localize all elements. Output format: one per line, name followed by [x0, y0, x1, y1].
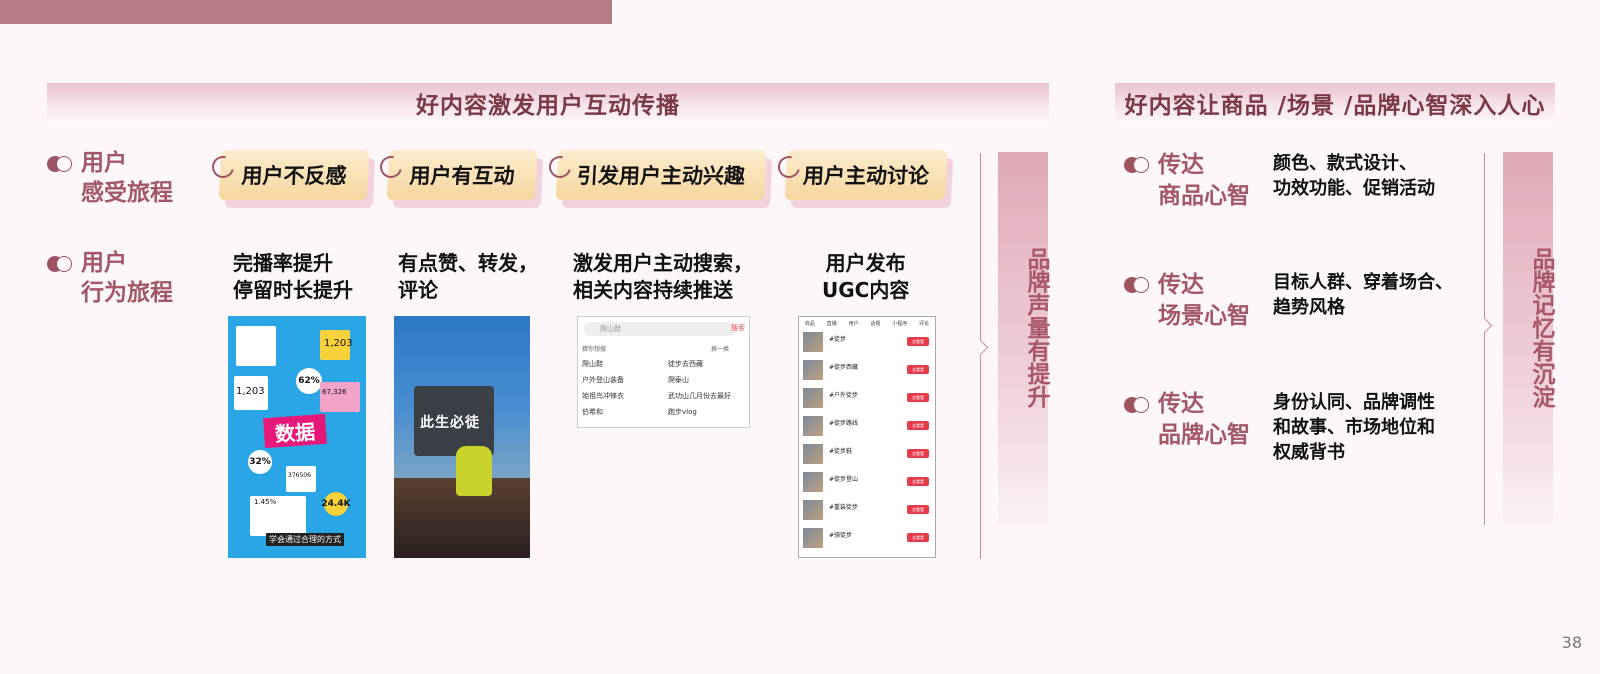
tag-label: 用户不反感 — [218, 150, 370, 200]
tag-card: 用户有互动 — [375, 150, 544, 208]
stat-number: 1,203 — [236, 386, 265, 397]
list-item: #徒步登山 去看看 — [803, 471, 931, 493]
search-screenshot: ‹ 爬山鞋 搜索 猜你想搜 换一换 爬山鞋 徒步去西藏 户外登山装备 爬泰山 始… — [577, 316, 750, 428]
search-suggestion: 伯希和 — [582, 408, 603, 416]
search-button: 搜索 — [731, 324, 745, 332]
list-item: #徒步路线 去看看 — [803, 415, 931, 437]
row-label-feeling: 用户 感受旅程 — [81, 150, 173, 206]
behavior-text: 完播率提升 停留时长提升 — [233, 251, 353, 302]
stat-number: 1.45% — [254, 498, 277, 506]
stat-number: 67,326 — [322, 388, 347, 396]
data-collage-image: 1,203 1,203 62% 67,326 数据 32% 376506 1.4… — [228, 316, 366, 558]
search-suggestion: 跑步vlog — [668, 408, 697, 416]
stat-circle: 24.4K — [321, 492, 351, 516]
behavior-text: 用户发布 UGC内容 — [822, 251, 910, 302]
right-item-desc: 身份认同、品牌调性 和故事、市场地位和 权威背书 — [1273, 392, 1435, 463]
list-tabs: 商品 直播 用户 话题 小程序 评论 — [799, 317, 935, 329]
search-suggestion: 爬泰山 — [668, 376, 689, 384]
tag-card: 引发用户主动兴趣 — [544, 150, 773, 208]
left-section-header: 好内容激发用户互动传播 — [47, 83, 1049, 123]
list-item: #骑徒步 去看看 — [803, 527, 931, 549]
list-tab: 用户 — [848, 320, 859, 327]
list-tab: 商品 — [804, 320, 815, 327]
search-suggestion: 爬山鞋 — [582, 360, 603, 368]
search-suggestion: 户外登山装备 — [582, 376, 624, 384]
right-item-label: 传达 场景心智 — [1158, 272, 1250, 329]
list-item: #重装徒步 去看看 — [803, 499, 931, 521]
search-suggestion: 始祖鸟冲锋衣 — [582, 392, 624, 400]
stat-number: 376506 — [288, 472, 311, 479]
stat-circle: 32% — [248, 450, 272, 474]
stat-number: 1,203 — [324, 338, 353, 349]
tag-card: 用户不反感 — [207, 150, 376, 208]
tag-label: 用户主动讨论 — [784, 150, 948, 200]
top-accent-bar — [0, 0, 612, 24]
image-caption: 学会通过合理的方式 — [266, 533, 344, 546]
list-item: #徒步 去看看 — [803, 331, 931, 353]
page-number: 38 — [1561, 633, 1582, 652]
bullet-dots-icon — [47, 156, 73, 172]
tag-label: 用户有互动 — [386, 150, 538, 200]
divider-line — [1484, 153, 1485, 525]
bullet-dots-icon — [47, 256, 73, 272]
bullet-dots-icon — [1124, 277, 1150, 293]
refresh-link: 换一换 — [710, 346, 729, 353]
right-item-desc: 目标人群、穿着场合、 趋势风格 — [1273, 272, 1453, 318]
person-figure — [456, 446, 492, 496]
right-item-label: 传达 商品心智 — [1158, 152, 1250, 209]
list-tab: 直播 — [826, 320, 837, 327]
tag-label: 引发用户主动兴趣 — [555, 150, 767, 200]
divider-line — [980, 153, 981, 559]
right-item-label: 传达 品牌心智 — [1158, 391, 1250, 448]
behavior-text: 激发用户主动搜索， 相关内容持续推送 — [573, 251, 753, 302]
vertical-band-right: 品牌记忆有沉淀 — [1503, 152, 1554, 526]
list-tab: 小程序 — [892, 320, 908, 327]
right-section-header: 好内容让商品 /场景 /品牌心智深入人心 — [1115, 83, 1555, 123]
list-tab: 话题 — [870, 320, 881, 327]
data-word: 数据 — [263, 413, 327, 449]
bullet-dots-icon — [1124, 397, 1150, 413]
search-input: 爬山鞋 — [584, 322, 736, 336]
vertical-text-left: 品牌声量有提升 — [1023, 247, 1049, 408]
chevron-right-icon — [1476, 317, 1493, 334]
chevron-right-icon — [972, 339, 989, 356]
row-label-behavior: 用户 行为旅程 — [81, 250, 173, 306]
stat-circle: 62% — [296, 368, 322, 394]
list-item: #徒步鞋 去看看 — [803, 443, 931, 465]
topic-list-screenshot: 商品 直播 用户 话题 小程序 评论 #徒步 去看看 #徒步西藏 去看看 #户外徒步… — [798, 316, 936, 558]
video-screenshot: 此生必徒 — [394, 316, 530, 558]
tag-card: 用户主动讨论 — [773, 150, 954, 208]
list-item: #户外徒步 去看看 — [803, 387, 931, 409]
bullet-dots-icon — [1124, 157, 1150, 173]
vertical-band-left: 品牌声量有提升 — [998, 152, 1049, 526]
sign-text: 此生必徒 — [420, 415, 480, 431]
vertical-text-right: 品牌记忆有沉淀 — [1528, 247, 1554, 408]
list-item: #徒步西藏 去看看 — [803, 359, 931, 381]
guess-heading: 猜你想搜 — [582, 346, 607, 353]
search-suggestion: 徒步去西藏 — [668, 360, 703, 368]
list-tab: 评论 — [919, 320, 930, 327]
behavior-text: 有点赞、转发， 评论 — [398, 251, 538, 302]
right-item-desc: 颜色、款式设计、 功效功能、促销活动 — [1273, 153, 1435, 199]
search-suggestion: 武功山几月份去最好 — [668, 392, 731, 400]
